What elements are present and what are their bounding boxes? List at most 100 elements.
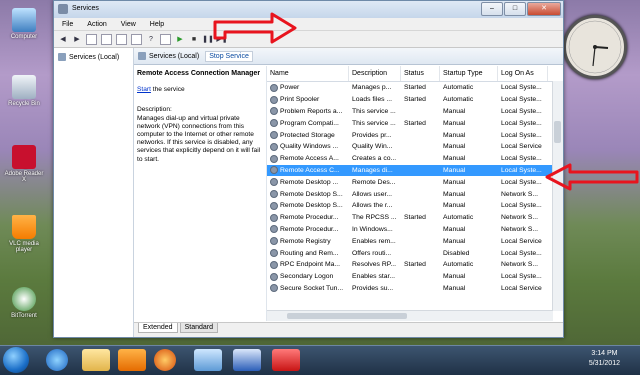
table-row[interactable]: Remote Registry Enables rem... Manual Local… bbox=[267, 235, 563, 247]
minimize-button[interactable]: – bbox=[481, 2, 503, 16]
console-tree-icon[interactable] bbox=[86, 33, 97, 45]
scroll-thumb[interactable] bbox=[554, 121, 561, 143]
cell-name-text: Routing and Rem... bbox=[280, 249, 339, 257]
column-header-log-on-as[interactable]: Log On As bbox=[498, 66, 548, 81]
back-icon[interactable]: ◀ bbox=[58, 34, 68, 44]
windows-explorer-icon[interactable] bbox=[82, 349, 110, 371]
cell-startup-type: Automatic bbox=[440, 261, 498, 268]
cell-startup-type-text: Manual bbox=[443, 131, 466, 139]
properties-icon[interactable] bbox=[101, 33, 112, 45]
cell-startup-type: Manual bbox=[440, 155, 498, 162]
cell-status: Started bbox=[401, 96, 440, 103]
cell-startup-type: Manual bbox=[440, 285, 498, 292]
title-bar[interactable]: Services – □ ✕ bbox=[54, 1, 563, 18]
cell-status-text: Started bbox=[404, 84, 426, 92]
maximize-button[interactable]: □ bbox=[504, 2, 526, 16]
start-service-icon[interactable]: ▶ bbox=[175, 34, 185, 44]
forward-icon[interactable]: ▶ bbox=[72, 34, 82, 44]
gear-icon bbox=[270, 201, 278, 210]
start-service-link[interactable]: Start bbox=[137, 86, 151, 93]
word-icon[interactable] bbox=[233, 349, 261, 371]
menu-help[interactable]: Help bbox=[150, 21, 164, 28]
column-header-name[interactable]: Name bbox=[267, 66, 349, 81]
cell-name: Remote Access C... bbox=[267, 166, 349, 175]
table-row[interactable]: Remote Desktop S... Allows the r... Manual… bbox=[267, 200, 563, 212]
menu-view[interactable]: View bbox=[121, 21, 136, 28]
table-row[interactable]: Remote Desktop ... Remote Des... Manual Loc… bbox=[267, 176, 563, 188]
table-row[interactable]: Remote Access C... Manages di... Manual Loc… bbox=[267, 164, 563, 177]
table-row[interactable]: Power Manages p... Started Automatic Local S… bbox=[267, 82, 563, 94]
tree-item-services-local[interactable]: Services (Local) bbox=[54, 48, 133, 66]
stop-service-button[interactable]: Stop Service bbox=[205, 50, 253, 62]
cell-name-text: Remote Access C... bbox=[280, 166, 340, 174]
desktop-icon-vlc[interactable]: VLC media player bbox=[2, 215, 46, 253]
cell-name: Quality Windows ... bbox=[267, 142, 349, 151]
app-icon[interactable] bbox=[194, 349, 222, 371]
column-header-description[interactable]: Description bbox=[349, 66, 401, 81]
table-row[interactable]: Remote Desktop S... Allows user... Manual N… bbox=[267, 188, 563, 200]
cell-startup-type-text: Manual bbox=[443, 273, 466, 281]
cell-description-text: Manages di... bbox=[352, 166, 393, 174]
desktop-icon-bittorrent[interactable]: BitTorrent bbox=[2, 287, 46, 319]
table-row[interactable]: Print Spooler Loads files ... Started Autom… bbox=[267, 94, 563, 106]
table-row[interactable]: Secure Socket Tun... Provides su... Manual… bbox=[267, 283, 563, 295]
media-player-icon[interactable] bbox=[118, 349, 146, 371]
column-header-startup-type[interactable]: Startup Type bbox=[440, 66, 498, 81]
cell-description: Offers routi... bbox=[349, 250, 401, 257]
cell-log-on-as: Local Syste... bbox=[498, 202, 548, 209]
desktop-icon-computer[interactable]: Computer bbox=[2, 8, 46, 40]
column-header-status[interactable]: Status bbox=[401, 66, 440, 81]
toolbox-icon[interactable] bbox=[272, 349, 300, 371]
cell-log-on-as-text: Network S... bbox=[501, 261, 539, 269]
vertical-scrollbar[interactable] bbox=[552, 81, 563, 311]
clock-time: 3:14 PM bbox=[591, 350, 618, 357]
table-row[interactable]: Quality Windows ... Quality Win... Manual L… bbox=[267, 141, 563, 153]
horizontal-scrollbar[interactable] bbox=[267, 310, 553, 321]
taskbar: 3:14 PM 5/31/2012 bbox=[0, 345, 640, 375]
desktop-icon-adobe-reader[interactable]: Adobe Reader X bbox=[2, 145, 46, 183]
bittorrent-icon bbox=[12, 287, 36, 311]
services-list[interactable]: Name Description Status Startup Type Log… bbox=[266, 66, 563, 321]
table-row[interactable]: Program Compati... This service ... Starte… bbox=[267, 117, 563, 129]
export-list-icon[interactable] bbox=[131, 33, 142, 45]
gear-icon bbox=[270, 178, 278, 187]
cell-log-on-as: Local Syste... bbox=[498, 179, 548, 186]
cell-log-on-as-text: Local Syste... bbox=[501, 249, 542, 257]
menu-file[interactable]: File bbox=[62, 21, 73, 28]
table-row[interactable]: Secondary Logon Enables star... Manual Loca… bbox=[267, 271, 563, 283]
cell-description: Allows the r... bbox=[349, 202, 401, 209]
desktop-icon-recycle-bin[interactable]: Recycle Bin bbox=[2, 75, 46, 107]
table-row[interactable]: RPC Endpoint Ma... Resolves RP... Started A… bbox=[267, 259, 563, 271]
show-hide-icon[interactable] bbox=[160, 33, 171, 45]
refresh-icon[interactable] bbox=[116, 33, 127, 45]
table-row[interactable]: Problem Reports a... This service ... Manu… bbox=[267, 106, 563, 118]
table-row[interactable]: Routing and Rem... Offers routi... Disable… bbox=[267, 247, 563, 259]
table-row[interactable]: Protected Storage Provides pr... Manual Loc… bbox=[267, 129, 563, 141]
start-button[interactable] bbox=[3, 347, 29, 373]
tab-standard[interactable]: Standard bbox=[179, 323, 219, 333]
scroll-thumb[interactable] bbox=[287, 313, 407, 319]
clock-face-icon bbox=[568, 20, 622, 74]
cell-name: Problem Reports a... bbox=[267, 107, 349, 116]
cell-name-text: Program Compati... bbox=[280, 119, 339, 127]
description-label: Description: bbox=[137, 106, 172, 114]
cell-name-text: Protected Storage bbox=[280, 131, 335, 139]
clock-gadget[interactable] bbox=[563, 15, 627, 79]
cell-status-text: Started bbox=[404, 214, 426, 222]
stop-service-icon[interactable]: ■ bbox=[189, 34, 199, 44]
table-row[interactable]: Remote Procedur... The RPCSS ... Started Au… bbox=[267, 212, 563, 224]
table-row[interactable]: Remote Access A... Creates a co... Manual L… bbox=[267, 153, 563, 165]
gear-icon bbox=[270, 131, 278, 140]
table-row[interactable]: Remote Procedur... In Windows... Manual Net… bbox=[267, 224, 563, 236]
close-button[interactable]: ✕ bbox=[527, 2, 561, 16]
menu-action[interactable]: Action bbox=[87, 21, 106, 28]
system-clock[interactable]: 3:14 PM 5/31/2012 bbox=[589, 349, 620, 369]
help-icon[interactable]: ? bbox=[146, 34, 156, 44]
firefox-icon[interactable] bbox=[154, 349, 176, 371]
cell-description-text: In Windows... bbox=[352, 225, 393, 233]
recycle-bin-icon bbox=[12, 75, 36, 99]
services-window[interactable]: Services – □ ✕ File Action View Help ◀ ▶… bbox=[53, 0, 564, 338]
tab-extended[interactable]: Extended bbox=[138, 323, 178, 333]
internet-explorer-icon[interactable] bbox=[46, 349, 68, 371]
cell-description: This service ... bbox=[349, 108, 401, 115]
